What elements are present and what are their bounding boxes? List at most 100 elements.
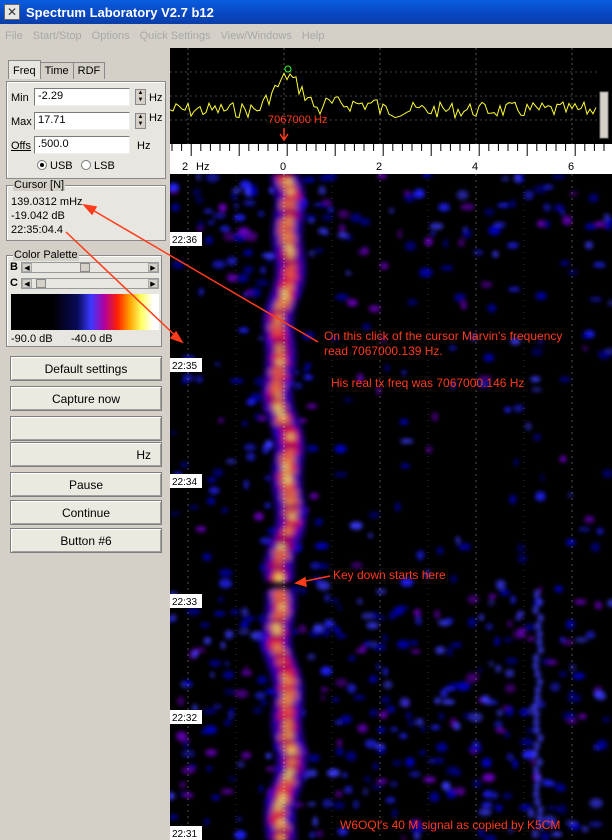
lsb-radio[interactable]: [81, 160, 91, 170]
waterfall-display[interactable]: 22:36 22:35 22:34 22:33 22:32 22:31: [170, 174, 612, 840]
noise-speck: [309, 831, 315, 839]
noise-speck: [434, 697, 441, 704]
title-bar: ✕ Spectrum Laboratory V2.7 b12: [0, 0, 612, 24]
noise-speck: [397, 605, 409, 611]
noise-speck: [243, 443, 257, 451]
menu-start-stop[interactable]: Start/Stop: [28, 30, 87, 42]
noise-speck: [397, 229, 402, 240]
noise-speck: [204, 818, 209, 825]
max-spinner[interactable]: ▲ ▼: [135, 113, 146, 129]
noise-speck: [467, 595, 479, 604]
noise-speck: [338, 224, 346, 233]
noise-speck: [419, 750, 427, 756]
frequency-scale[interactable]: 2 Hz 0 2 4 6: [170, 144, 612, 174]
noise-speck: [378, 615, 386, 621]
app-icon[interactable]: ✕: [4, 4, 20, 20]
min-spinner[interactable]: ▲ ▼: [135, 89, 146, 105]
arrow-left-icon[interactable]: ◀: [22, 263, 32, 272]
noise-speck: [589, 821, 603, 828]
menu-help[interactable]: Help: [297, 30, 330, 42]
noise-speck: [329, 335, 340, 341]
noise-speck: [399, 733, 408, 739]
offs-input[interactable]: .500.0: [34, 136, 130, 154]
noise-speck: [238, 327, 249, 333]
noise-speck: [492, 250, 499, 258]
arrow-left-icon[interactable]: ◀: [22, 279, 32, 288]
noise-speck: [218, 203, 227, 213]
button-6[interactable]: Button #6: [10, 528, 162, 553]
capture-now-button[interactable]: Capture now: [10, 386, 162, 411]
menu-options[interactable]: Options: [87, 30, 135, 42]
level-bar: [599, 91, 609, 139]
noise-speck: [392, 760, 402, 766]
noise-speck: [313, 816, 318, 827]
noise-speck: [344, 786, 353, 794]
continue-button[interactable]: Continue: [10, 500, 162, 525]
noise-speck: [569, 663, 576, 672]
noise-speck: [243, 266, 254, 274]
menu-quick-settings[interactable]: Quick Settings: [135, 30, 216, 42]
noise-speck: [593, 262, 606, 268]
noise-speck: [376, 779, 388, 784]
arrow-right-icon[interactable]: ▶: [148, 263, 158, 272]
blank-button-1[interactable]: [10, 416, 162, 441]
noise-speck: [224, 630, 234, 639]
noise-speck: [404, 193, 415, 203]
spectrum-graph[interactable]: 7067000 Hz: [170, 48, 612, 144]
noise-speck: [470, 748, 477, 756]
palette-max-db: -40.0 dB: [71, 333, 113, 345]
contrast-label: C: [10, 277, 18, 289]
noise-speck: [210, 672, 215, 678]
spectrum-display[interactable]: 7067000 Hz 2 Hz 0 2 4 6 22:36 22:35 22:3…: [170, 48, 612, 840]
noise-speck: [317, 227, 329, 235]
menu-file[interactable]: File: [0, 30, 28, 42]
noise-speck: [234, 689, 249, 699]
noise-speck: [488, 660, 494, 667]
offs-label: Offs: [11, 140, 31, 152]
noise-speck: [180, 461, 189, 468]
noise-speck: [306, 445, 319, 452]
noise-speck: [363, 640, 370, 649]
tab-time[interactable]: Time: [39, 62, 74, 79]
noise-speck: [559, 455, 567, 463]
blank-field[interactable]: Hz: [10, 442, 162, 467]
noise-speck: [546, 805, 558, 811]
brightness-slider[interactable]: ◀ ▶: [21, 262, 159, 273]
noise-speck: [298, 624, 307, 634]
noise-speck: [340, 715, 352, 724]
noise-speck: [243, 199, 256, 206]
time-labels: 22:36 22:35 22:34 22:33 22:32 22:31: [170, 232, 202, 840]
default-settings-button[interactable]: Default settings: [10, 356, 162, 381]
brightness-thumb[interactable]: [80, 263, 90, 272]
noise-speck: [602, 717, 610, 723]
noise-speck: [384, 364, 391, 372]
scale-ticks: [171, 144, 605, 156]
noise-speck: [333, 802, 345, 809]
noise-speck: [560, 636, 565, 643]
noise-speck: [422, 174, 432, 178]
noise-speck: [562, 215, 573, 226]
usb-option[interactable]: USB: [37, 160, 73, 172]
contrast-thumb[interactable]: [36, 279, 46, 288]
pause-button[interactable]: Pause: [10, 472, 162, 497]
noise-speck: [342, 772, 348, 778]
noise-speck: [241, 671, 253, 676]
noise-speck: [231, 188, 242, 193]
noise-speck: [413, 188, 425, 199]
brightness-label: B: [10, 261, 18, 273]
max-input[interactable]: 17.71: [34, 112, 130, 130]
noise-speck: [336, 633, 347, 638]
side-trace: [536, 758, 543, 766]
arrow-right-icon[interactable]: ▶: [148, 279, 158, 288]
lsb-option[interactable]: LSB: [81, 160, 115, 172]
min-input[interactable]: -2.29: [34, 88, 130, 106]
noise-speck: [510, 199, 516, 208]
contrast-slider[interactable]: ◀ ▶: [21, 278, 159, 289]
usb-radio[interactable]: [37, 160, 47, 170]
tab-rdf[interactable]: RDF: [72, 62, 106, 79]
tab-freq[interactable]: Freq: [8, 60, 41, 79]
noise-speck: [543, 203, 551, 212]
noise-speck: [202, 553, 212, 561]
noise-speck: [504, 706, 514, 717]
menu-view-windows[interactable]: View/Windows: [216, 30, 297, 42]
